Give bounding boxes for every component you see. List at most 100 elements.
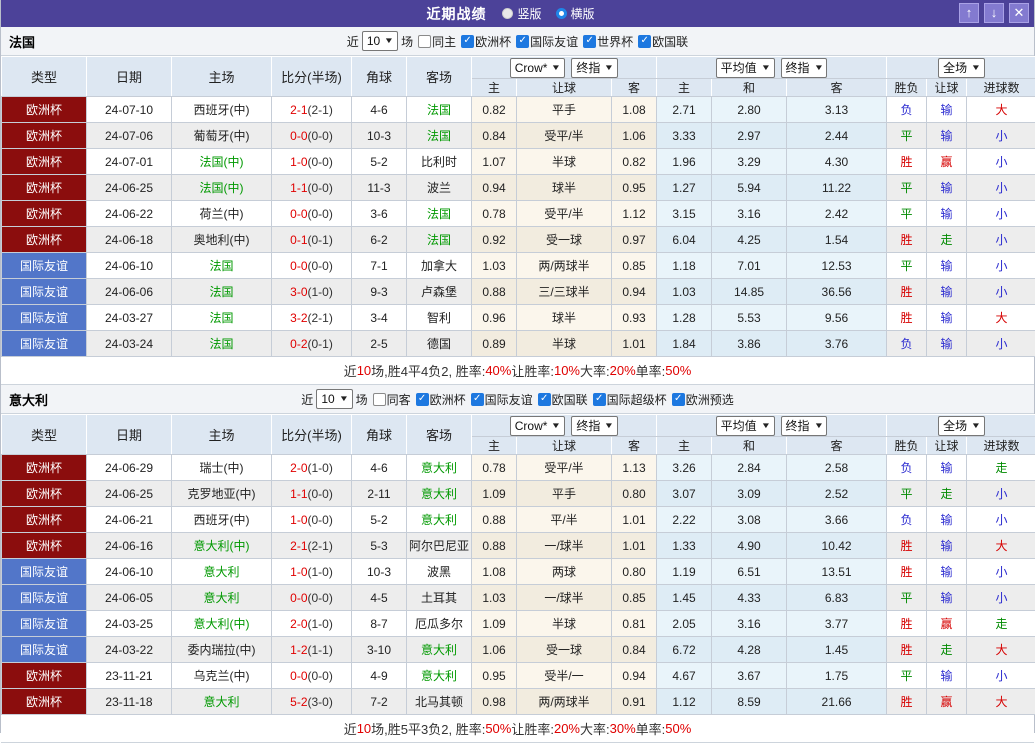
cell-average-odds: 2.71 [657,97,712,123]
cell-handicap-odds: 1.08 [612,97,657,123]
full-time-score: 2-1 [290,539,307,553]
cell-handicap-odds: 0.81 [612,611,657,637]
summary-segment: 10 [357,363,371,378]
odds-source-selects: Crow*▼终指▼ [472,58,656,78]
cell-handicap-odds: 0.96 [472,305,517,331]
same-venue-checkbox[interactable]: 同主 [418,33,456,50]
half-time-score: (1-0) [308,617,333,631]
league-filter-checkbox[interactable]: ✓世界杯 [583,33,633,50]
cell-corners: 2-11 [352,481,407,507]
cell-handicap-odds: 0.84 [612,637,657,663]
league-filter-checkbox[interactable]: ✓欧国联 [638,33,688,50]
cell-league: 国际友谊 [2,331,87,357]
cell-result: 输 [927,533,967,559]
half-time-score: (0-0) [308,181,333,195]
checkbox-unchecked-icon[interactable] [373,393,386,406]
cell-average-odds: 6.51 [712,559,787,585]
average-selects: 平均值▼ 终指▼ [657,58,886,78]
final-odds-select-value: 终指 [576,59,600,77]
subcolumn-header: 进球数 [967,437,1035,455]
half-time-score: (0-0) [308,129,333,143]
move-up-button[interactable]: ↑ [959,3,979,23]
league-filter-checkbox[interactable]: ✓欧洲预选 [672,391,734,408]
column-header: 角球 [352,57,407,97]
checkbox-unchecked-icon[interactable] [418,35,431,48]
recent-count-select[interactable]: 10▼ [316,389,352,409]
section-summary: 近10场,胜4平4负2, 胜率:40% 让胜率:10% 大率:20% 单率:50… [1,357,1034,385]
chevron-down-icon: ▼ [971,417,981,435]
cell-handicap-odds: 1.09 [472,611,517,637]
league-filter-checkbox[interactable]: ✓国际友谊 [471,391,533,408]
full-time-score: 1-2 [290,643,307,657]
subcolumn-header: 进球数 [967,79,1035,97]
crow-source-select[interactable]: Crow*▼ [510,416,566,436]
layout-radio-horizontal[interactable]: 横版 [556,5,595,22]
cell-average-odds: 2.05 [657,611,712,637]
final-odds-select[interactable]: 终指▼ [571,58,618,78]
checkbox-checked-icon[interactable]: ✓ [672,393,685,406]
cell-average-odds: 12.53 [787,253,887,279]
recent-count-select[interactable]: 10▼ [362,31,398,51]
cell-score: 1-1(0-0) [272,175,352,201]
column-header: 主场 [172,57,272,97]
layout-radio-vertical[interactable]: 竖版 [502,5,541,22]
cell-handicap-odds: 1.03 [472,585,517,611]
recent-count-select-value: 10 [321,390,334,408]
final-odds-select-2[interactable]: 终指▼ [781,416,828,436]
titlebar: 近期战绩 竖版 横版 ↑↓✕ [1,0,1034,27]
same-venue-checkbox[interactable]: 同客 [373,391,411,408]
cell-date: 24-06-10 [87,253,172,279]
full-match-select[interactable]: 全场▼ [938,58,985,78]
league-filter-checkbox[interactable]: ✓欧国联 [538,391,588,408]
average-source-select[interactable]: 平均值▼ [716,58,775,78]
cell-league: 欧洲杯 [2,533,87,559]
league-filter-checkbox[interactable]: ✓国际友谊 [516,33,578,50]
cell-handicap-odds: 1.06 [472,637,517,663]
checkbox-checked-icon[interactable]: ✓ [416,393,429,406]
league-filter-checkbox[interactable]: ✓欧洲杯 [461,33,511,50]
cell-home-team: 葡萄牙(中) [172,123,272,149]
crow-source-select[interactable]: Crow*▼ [510,58,566,78]
table-row: 国际友谊24-06-06法国3-0(1-0)9-3卢森堡0.88三/三球半0.9… [2,279,1035,305]
cell-handicap-odds: 0.80 [612,559,657,585]
close-button[interactable]: ✕ [1009,3,1029,23]
cell-average-odds: 2.52 [787,481,887,507]
checkbox-checked-icon[interactable]: ✓ [516,35,529,48]
checkbox-checked-icon[interactable]: ✓ [638,35,651,48]
cell-result: 输 [927,279,967,305]
cell-result: 平 [887,585,927,611]
cell-handicap-odds: 0.85 [612,253,657,279]
cell-score: 1-0(0-0) [272,507,352,533]
checkbox-checked-icon[interactable]: ✓ [593,393,606,406]
full-time-score: 0-0 [290,129,307,143]
league-filter-label: 国际超级杯 [607,391,667,408]
cell-average-odds: 1.45 [787,637,887,663]
cell-result: 输 [927,559,967,585]
move-down-button[interactable]: ↓ [984,3,1004,23]
cell-average-odds: 4.28 [712,637,787,663]
cell-average-odds: 1.84 [657,331,712,357]
chevron-down-icon: ▼ [551,59,561,77]
final-odds-select-2[interactable]: 终指▼ [781,58,828,78]
cell-average-odds: 1.54 [787,227,887,253]
cell-home-team: 西班牙(中) [172,507,272,533]
checkbox-checked-icon[interactable]: ✓ [461,35,474,48]
final-odds-select[interactable]: 终指▼ [571,416,618,436]
cell-result: 胜 [887,689,927,715]
cell-handicap-odds: 0.78 [472,201,517,227]
checkbox-checked-icon[interactable]: ✓ [583,35,596,48]
checkbox-checked-icon[interactable]: ✓ [538,393,551,406]
cell-date: 24-06-25 [87,481,172,507]
checkbox-checked-icon[interactable]: ✓ [471,393,484,406]
cell-average-odds: 4.67 [657,663,712,689]
cell-league: 国际友谊 [2,305,87,331]
chevron-down-icon: ▼ [760,59,770,77]
league-filter-checkbox[interactable]: ✓欧洲杯 [416,391,466,408]
average-source-select[interactable]: 平均值▼ [716,416,775,436]
league-filter-checkbox[interactable]: ✓国际超级杯 [593,391,667,408]
cell-handicap-odds: 0.80 [612,481,657,507]
cell-result: 输 [927,123,967,149]
cell-handicap-odds: 0.94 [612,279,657,305]
full-match-select[interactable]: 全场▼ [938,416,985,436]
cell-average-odds: 1.96 [657,149,712,175]
